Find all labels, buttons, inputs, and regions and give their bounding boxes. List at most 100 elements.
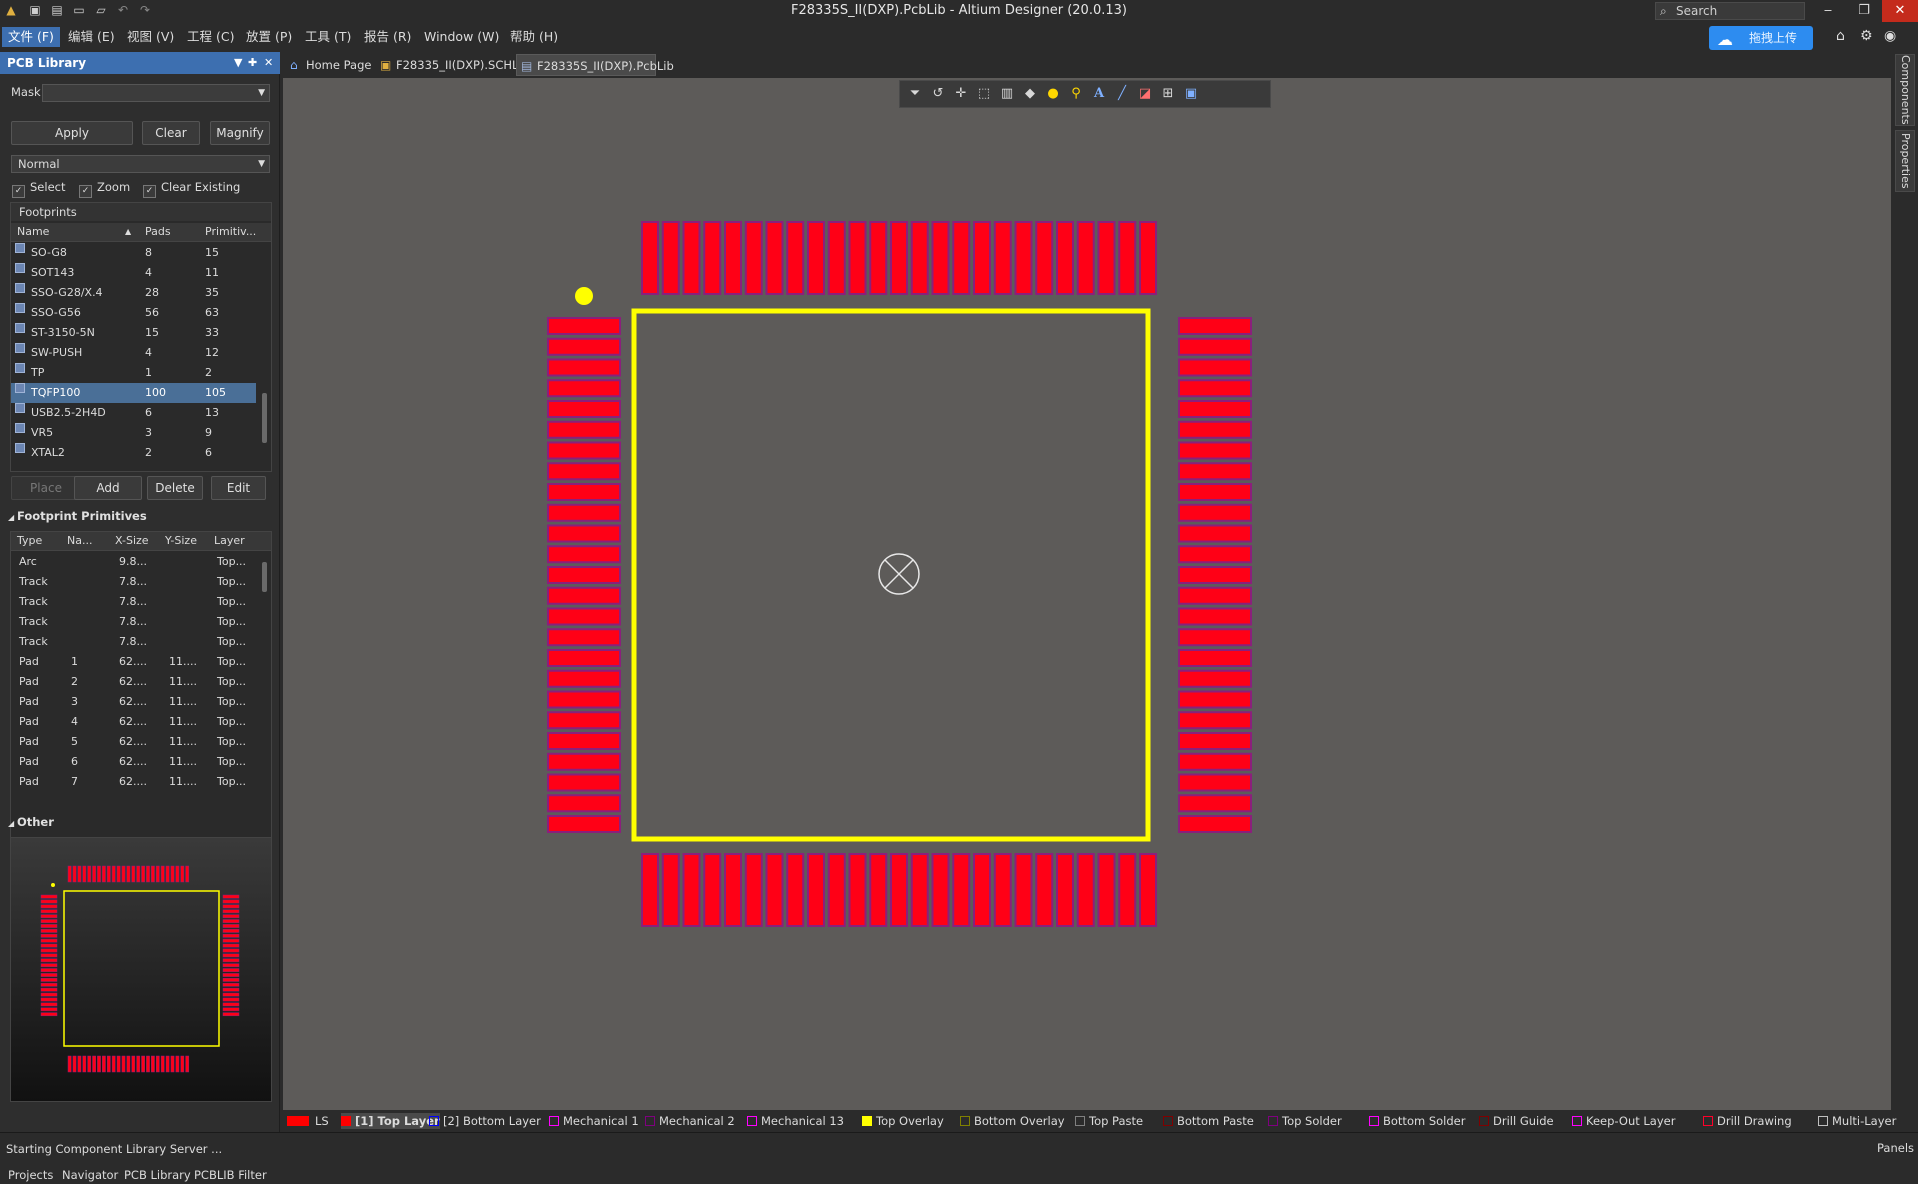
col-pads[interactable]: Pads: [145, 223, 171, 241]
tab-home-page[interactable]: ⌂ Home Page: [286, 54, 372, 76]
layer-tab[interactable]: Drill Guide: [1479, 1113, 1554, 1129]
restore-button[interactable]: ❐: [1846, 0, 1882, 22]
footprint-row[interactable]: XTAL2 2 6: [11, 443, 256, 463]
footprint-row[interactable]: SSO-G28/X.4 28 35: [11, 283, 256, 303]
mask-input[interactable]: ▼: [42, 84, 270, 102]
menu-tools[interactable]: 工具 (T): [299, 27, 357, 47]
menu-file[interactable]: 文件 (F): [2, 27, 60, 47]
crosshair-icon[interactable]: ✛: [951, 85, 971, 103]
primitive-row[interactable]: Track 7.8... Top...: [11, 632, 256, 652]
primitive-row[interactable]: Pad 4 62.... 11.... Top...: [11, 712, 256, 732]
tab-pcblib[interactable]: ▤ F28335S_II(DXP).PcbLib: [516, 54, 674, 76]
primitive-row[interactable]: Pad 3 62.... 11.... Top...: [11, 692, 256, 712]
col-xsize[interactable]: X-Size: [115, 532, 149, 550]
pcb-canvas[interactable]: ⏷ ↺ ✛ ⬚ ▥ ◆ ● ⚲ A ╱ ◪ ⊞ ▣: [283, 78, 1891, 1110]
layer-tab[interactable]: Mechanical 13: [747, 1113, 844, 1129]
component-icon[interactable]: ◆: [1020, 85, 1040, 103]
primitive-row[interactable]: Arc 9.8... Top...: [11, 552, 256, 572]
tab-projects[interactable]: Projects: [8, 1166, 53, 1184]
footprint-row[interactable]: SW-PUSH 4 12: [11, 343, 256, 363]
menu-help[interactable]: 帮助 (H): [504, 27, 564, 47]
place-button[interactable]: Place: [11, 476, 81, 500]
col-type[interactable]: Type: [17, 532, 42, 550]
delete-button[interactable]: Delete: [147, 476, 203, 500]
col-na[interactable]: Na...: [67, 532, 92, 550]
gear-icon[interactable]: ⚙: [1860, 28, 1873, 44]
primitive-row[interactable]: Track 7.8... Top...: [11, 572, 256, 592]
footprint-row[interactable]: ST-3150-5N 15 33: [11, 323, 256, 343]
primitives-section-title[interactable]: ◢ Footprint Primitives: [8, 509, 147, 523]
menu-edit[interactable]: 编辑 (E): [62, 27, 121, 47]
tab-navigator[interactable]: Navigator: [62, 1166, 118, 1184]
col-primitives[interactable]: Primitiv...: [205, 223, 256, 241]
home-icon[interactable]: ⌂: [1836, 28, 1845, 44]
upload-button[interactable]: ☁ 拖拽上传: [1709, 26, 1813, 50]
footprints-scrollbar[interactable]: [261, 243, 269, 471]
primitives-scrollbar[interactable]: [261, 552, 269, 852]
primitive-row[interactable]: Pad 1 62.... 11.... Top...: [11, 652, 256, 672]
layer-tab[interactable]: Bottom Paste: [1163, 1113, 1254, 1129]
layer-tab[interactable]: Bottom Solder: [1369, 1113, 1465, 1129]
layer-tab[interactable]: Drill Drawing: [1703, 1113, 1792, 1129]
tab-components[interactable]: Components: [1895, 54, 1915, 126]
panel-menu-icon[interactable]: ▼: [234, 52, 242, 74]
layer-tab[interactable]: Top Paste: [1075, 1113, 1143, 1129]
other-section-title[interactable]: ◢ Other: [8, 815, 54, 829]
region-icon[interactable]: ▣: [1181, 85, 1201, 103]
layer-tab[interactable]: Multi-Layer: [1818, 1113, 1896, 1129]
col-name[interactable]: Name: [17, 223, 49, 241]
footprint-row[interactable]: SOT143 4 11: [11, 263, 256, 283]
primitive-row[interactable]: Pad 7 62.... 11.... Top...: [11, 772, 256, 792]
layer-tab[interactable]: Mechanical 1: [549, 1113, 639, 1129]
layer-tab[interactable]: [2] Bottom Layer: [429, 1113, 541, 1129]
layer-tab[interactable]: Keep-Out Layer: [1572, 1113, 1675, 1129]
add-button[interactable]: Add: [74, 476, 142, 500]
scroll-thumb[interactable]: [262, 562, 267, 592]
close-button[interactable]: ✕: [1882, 0, 1918, 22]
menu-view[interactable]: 视图 (V): [121, 27, 180, 47]
tab-properties[interactable]: Properties: [1895, 130, 1915, 192]
select-area-icon[interactable]: ⬚: [974, 85, 994, 103]
edit-button[interactable]: Edit: [211, 476, 266, 500]
footprint-row[interactable]: SSO-G56 56 63: [11, 303, 256, 323]
footprint-row[interactable]: TP 1 2: [11, 363, 256, 383]
pad-icon[interactable]: ●: [1043, 85, 1063, 103]
menu-window[interactable]: Window (W): [418, 27, 505, 47]
primitive-row[interactable]: Pad 5 62.... 11.... Top...: [11, 732, 256, 752]
filter-icon[interactable]: ⏷: [905, 85, 925, 103]
magnify-button[interactable]: Magnify: [210, 121, 270, 145]
panels-button[interactable]: Panels: [1877, 1141, 1914, 1155]
primitive-row[interactable]: Track 7.8... Top...: [11, 592, 256, 612]
col-ysize[interactable]: Y-Size: [165, 532, 197, 550]
zoom-checkbox[interactable]: ✓ Zoom: [79, 180, 130, 198]
col-layer[interactable]: Layer: [214, 532, 245, 550]
layer-tab[interactable]: Top Solder: [1268, 1113, 1342, 1129]
primitive-row[interactable]: Pad 2 62.... 11.... Top...: [11, 672, 256, 692]
tab-pcb-library[interactable]: PCB Library: [124, 1166, 191, 1184]
dimension-icon[interactable]: ⊞: [1158, 85, 1178, 103]
select-checkbox[interactable]: ✓ Select: [12, 180, 65, 198]
footprint-row[interactable]: TQFP100 100 105: [11, 383, 256, 403]
layer-tab[interactable]: LS: [287, 1113, 329, 1129]
layer-tab[interactable]: Mechanical 2: [645, 1113, 735, 1129]
primitive-row[interactable]: Pad 6 62.... 11.... Top...: [11, 752, 256, 772]
search-input[interactable]: ⌕ Search: [1655, 2, 1805, 20]
footprint-row[interactable]: USB2.5-2H4D 6 13: [11, 403, 256, 423]
via-icon[interactable]: ⚲: [1066, 85, 1086, 103]
line-icon[interactable]: ╱: [1112, 85, 1132, 103]
layer-tab[interactable]: [1] Top Layer: [341, 1113, 440, 1129]
menu-reports[interactable]: 报告 (R): [358, 27, 417, 47]
menu-project[interactable]: 工程 (C): [181, 27, 240, 47]
tab-schlib[interactable]: ▣ F28335_II(DXP).SCHLIB: [376, 54, 530, 76]
user-icon[interactable]: ◉: [1884, 28, 1896, 44]
pin-icon[interactable]: ✚: [248, 52, 257, 74]
layer-tab[interactable]: Top Overlay: [862, 1113, 944, 1129]
route-icon[interactable]: ↺: [928, 85, 948, 103]
footprint-row[interactable]: VR5 3 9: [11, 423, 256, 443]
minimize-button[interactable]: ‒: [1810, 0, 1846, 22]
align-icon[interactable]: ▥: [997, 85, 1017, 103]
clear-existing-checkbox[interactable]: ✓ Clear Existing: [143, 180, 240, 198]
tab-pcblib-filter[interactable]: PCBLIB Filter: [194, 1166, 267, 1184]
apply-button[interactable]: Apply: [11, 121, 133, 145]
footprint-row[interactable]: SO-G8 8 15: [11, 243, 256, 263]
